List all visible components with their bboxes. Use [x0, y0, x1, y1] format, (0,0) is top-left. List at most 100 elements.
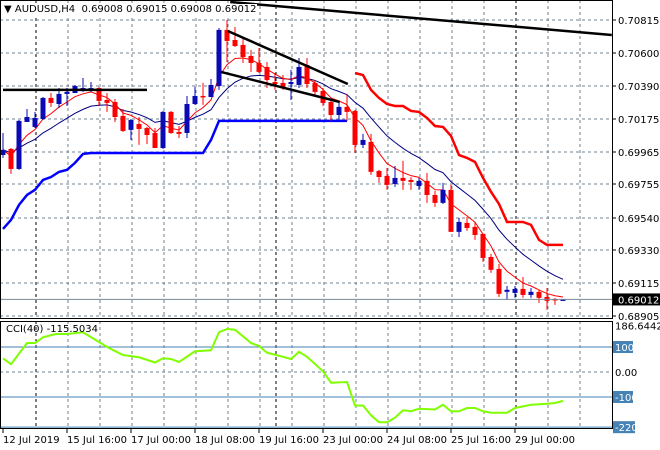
time-axis-label: 12 Jul 2019: [3, 435, 60, 446]
candle-body: [504, 289, 510, 292]
candle: [304, 57, 310, 89]
cci-axis-label: 0.00: [615, 368, 637, 379]
candle-body: [208, 84, 214, 98]
candle-body: [480, 233, 486, 258]
candle: [552, 297, 558, 305]
symbol-label: AUDUSD,H4: [14, 4, 76, 15]
candle-body: [416, 180, 422, 186]
cci-line: [2, 327, 564, 424]
candle-body: [472, 226, 478, 235]
candle-body: [312, 82, 318, 92]
candle: [440, 182, 446, 204]
candle-body: [264, 66, 270, 80]
time-axis-label: 29 Jul 00:00: [515, 435, 575, 446]
price-tick-label: 0.69965: [618, 148, 659, 159]
candle: [240, 37, 246, 63]
candle: [488, 253, 494, 273]
candle: [232, 26, 238, 47]
candle-body: [16, 120, 22, 169]
price-tick-label: 0.70815: [618, 16, 659, 27]
candle-body: [488, 256, 494, 270]
candle-body: [24, 117, 30, 122]
cci-header: CCI(40) -115.5034: [6, 324, 98, 335]
candle: [528, 287, 534, 298]
candle: [120, 108, 126, 132]
candle-body: [240, 44, 246, 58]
candle-body: [352, 110, 358, 145]
candle-body: [408, 179, 414, 182]
candle: [424, 172, 430, 203]
cci-axis-label: 100: [615, 343, 634, 354]
candle-body: [424, 180, 430, 195]
candle: [400, 160, 406, 190]
candle: [160, 110, 166, 149]
candle-body: [376, 170, 382, 177]
chart-canvas[interactable]: 0.70815 0.70600 0.70390 0.70175 0.69965 0.697…: [0, 0, 660, 450]
fast-moving-average-line: [2, 57, 564, 298]
candle-body: [232, 39, 238, 47]
price-tick-label: 0.69330: [618, 246, 659, 257]
candle: [544, 287, 550, 310]
candle-body: [384, 175, 390, 185]
candle-body: [456, 221, 462, 232]
candle-body: [544, 296, 550, 301]
candle: [128, 119, 134, 140]
candle-body: [120, 115, 126, 131]
candle: [416, 177, 422, 190]
price-tick-label: 0.69755: [618, 180, 659, 191]
candle-body: [160, 111, 166, 149]
candle-body: [440, 189, 446, 203]
candle-body: [56, 93, 62, 104]
close-value: 0.69012: [215, 4, 257, 15]
time-axis-label: 18 Jul 08:00: [195, 435, 255, 446]
price-tick-label: 0.69540: [618, 214, 659, 225]
candle: [104, 92, 110, 112]
candle: [0, 132, 6, 158]
price-tick-label: 0.70390: [618, 82, 659, 93]
candle: [144, 126, 150, 144]
candle-body: [192, 95, 198, 104]
candle: [520, 276, 526, 298]
candle-body: [392, 177, 398, 184]
candle-body: [296, 66, 302, 85]
time-axis-label: 15 Jul 16:00: [67, 435, 127, 446]
candle-body: [64, 91, 70, 94]
candle-body: [40, 97, 46, 120]
candle-body: [0, 149, 6, 155]
lower-band-line: [2, 119, 347, 230]
candle-body: [288, 81, 294, 85]
candle-body: [432, 194, 438, 203]
candle-body: [184, 103, 190, 133]
candle: [480, 233, 486, 262]
candle: [496, 263, 502, 297]
candle: [8, 148, 14, 174]
candle: [360, 133, 366, 149]
candle-body: [496, 268, 502, 294]
price-tick-label: 0.70600: [618, 49, 659, 60]
trendline-wedge-upper: [227, 29, 349, 86]
candle: [192, 86, 198, 105]
triangle-down-icon[interactable]: ▼: [4, 4, 15, 15]
time-axis-label: 25 Jul 16:00: [451, 435, 511, 446]
main-panel-border: [0, 0, 613, 319]
candle: [456, 217, 462, 237]
high-value: 0.69015: [126, 4, 168, 15]
cci-axis-label: -100: [615, 393, 638, 404]
candle-body: [536, 291, 542, 298]
candle: [384, 168, 390, 190]
candle-body: [448, 189, 454, 232]
candle: [288, 69, 294, 100]
time-axis-label: 19 Jul 16:00: [259, 435, 319, 446]
candle-body: [344, 106, 350, 112]
candle-body: [176, 131, 182, 134]
price-tick-label: 0.69115: [618, 279, 659, 290]
time-axis-label: 23 Jul 00:00: [323, 435, 383, 446]
price-tick-label: 0.70175: [618, 115, 659, 126]
candle-body: [32, 117, 38, 127]
candle-body: [360, 139, 366, 145]
candle-body: [168, 111, 174, 133]
trendline-long-resistance: [230, 0, 612, 37]
candle: [224, 20, 230, 62]
candle-body: [152, 132, 158, 149]
candle-body: [248, 55, 254, 63]
